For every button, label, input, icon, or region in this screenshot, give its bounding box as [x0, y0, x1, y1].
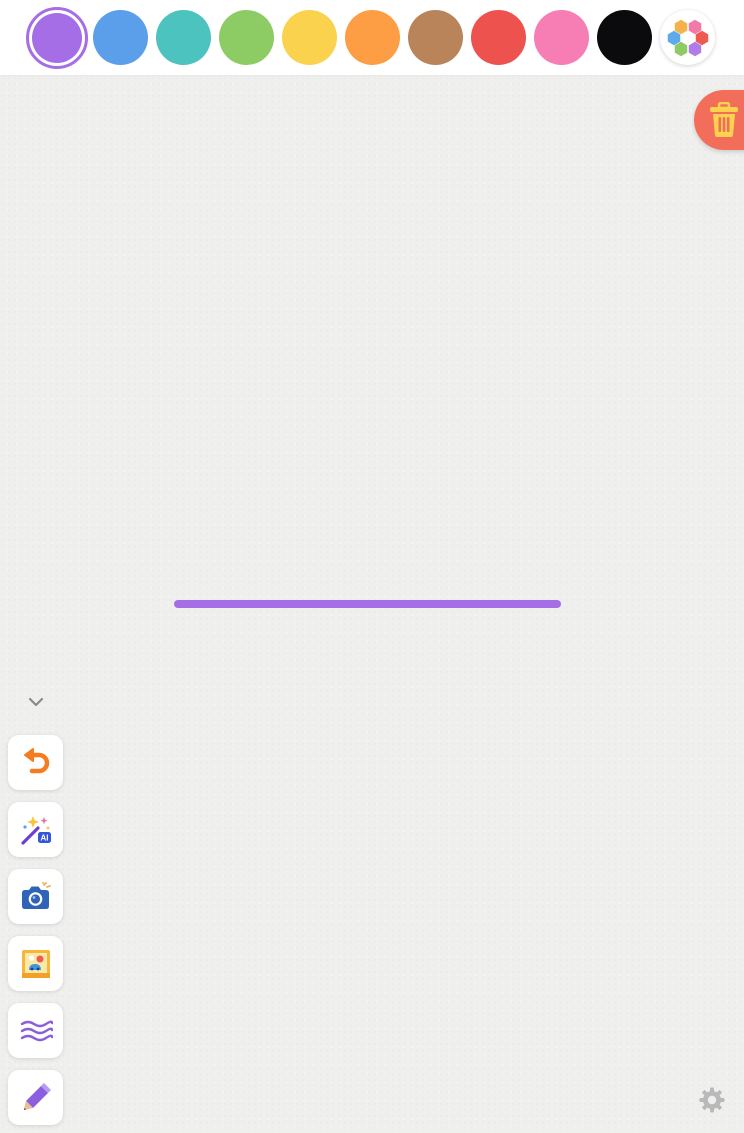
palette-hex: [688, 19, 701, 34]
color-swatch-pink[interactable]: [533, 10, 589, 65]
drawing-canvas[interactable]: [0, 75, 744, 1133]
camera-button[interactable]: [8, 869, 63, 924]
palette-hex: [695, 30, 708, 45]
undo-button[interactable]: [8, 735, 63, 790]
ai-badge-label: AI: [40, 833, 48, 842]
more-colors-button[interactable]: [660, 10, 715, 65]
chevron-down-icon: [28, 697, 44, 707]
camera-icon: [21, 881, 51, 909]
undo-icon: [23, 747, 49, 773]
image-gallery-button[interactable]: [8, 936, 63, 991]
color-swatch-red[interactable]: [470, 10, 526, 65]
color-palette-bar: [0, 0, 744, 75]
collapse-toolbar-button[interactable]: [22, 690, 50, 714]
color-swatch-teal[interactable]: [155, 10, 211, 65]
gear-icon: [699, 1087, 725, 1113]
palette-hex: [674, 19, 687, 34]
color-swatch-purple[interactable]: [26, 7, 88, 69]
picture-icon: [21, 949, 50, 978]
ai-magic-button[interactable]: AI: [8, 802, 63, 857]
palette-hex: [681, 30, 694, 45]
palette-hex: [688, 41, 701, 56]
color-swatch-orange[interactable]: [344, 10, 400, 65]
wave-lines-icon: [20, 1020, 53, 1041]
settings-button[interactable]: [696, 1084, 728, 1116]
brush-style-button[interactable]: [8, 1003, 63, 1058]
color-swatch-brown[interactable]: [407, 10, 463, 65]
ai-sparkle-icon: AI: [20, 815, 51, 845]
palette-hex: [674, 41, 687, 56]
pen-icon: [23, 1082, 51, 1110]
color-palette-icon: [667, 19, 708, 56]
pen-button[interactable]: [8, 1070, 63, 1125]
color-swatch-blue[interactable]: [92, 10, 148, 65]
trash-icon: [710, 102, 738, 137]
palette-hex: [667, 30, 680, 45]
color-swatch-green[interactable]: [218, 10, 274, 65]
color-swatch-yellow[interactable]: [281, 10, 337, 65]
color-swatch-black[interactable]: [596, 10, 652, 65]
